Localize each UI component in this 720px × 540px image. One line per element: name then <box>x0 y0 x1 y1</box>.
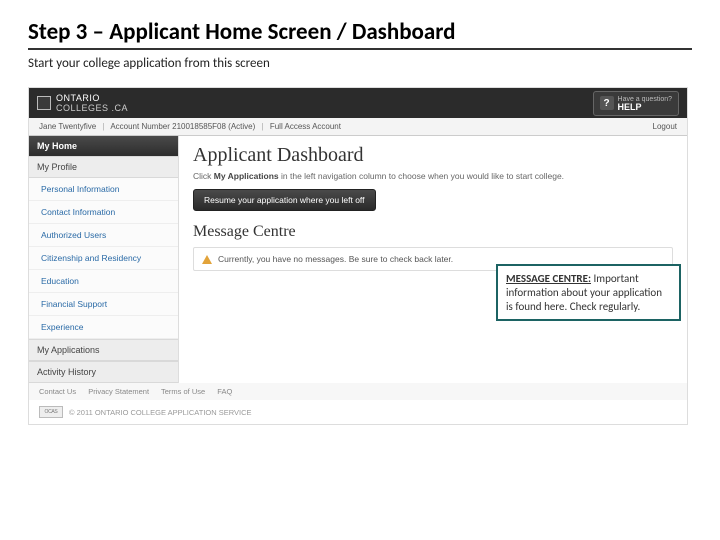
app-window: ONTARIO COLLEGES .CA ? Have a question? … <box>28 87 688 425</box>
slide-subtitle: Start your college application from this… <box>28 56 692 71</box>
sidebar-home-tab[interactable]: My Home <box>29 136 178 156</box>
logout-link[interactable]: Logout <box>653 122 677 131</box>
question-icon: ? <box>600 96 614 110</box>
footer-link-faq[interactable]: FAQ <box>217 387 232 396</box>
sidebar-item-contact[interactable]: Contact Information <box>29 201 178 224</box>
account-name: Jane Twentyfive <box>39 122 96 131</box>
logo-icon <box>37 96 51 110</box>
logo-tld: .CA <box>112 103 129 113</box>
sidebar-item-education[interactable]: Education <box>29 270 178 293</box>
sidebar-section-applications[interactable]: My Applications <box>29 339 178 361</box>
message-centre-callout: MESSAGE CENTRE: Important information ab… <box>496 264 681 321</box>
sidebar-section-activity[interactable]: Activity History <box>29 361 178 383</box>
sidebar: My Home My Profile Personal Information … <box>29 136 179 383</box>
logo-text: ONTARIO COLLEGES .CA <box>56 93 128 113</box>
sidebar-item-citizenship[interactable]: Citizenship and Residency <box>29 247 178 270</box>
instr-suffix: in the left navigation column to choose … <box>279 171 564 181</box>
account-access: Full Access Account <box>270 122 341 131</box>
separator: | <box>102 122 104 131</box>
site-logo[interactable]: ONTARIO COLLEGES .CA <box>37 93 128 113</box>
message-centre-title: Message Centre <box>193 223 673 241</box>
sidebar-item-experience[interactable]: Experience <box>29 316 178 339</box>
warning-icon <box>202 255 212 264</box>
sidebar-section-profile[interactable]: My Profile <box>29 156 178 178</box>
slide-title: Step 3 – Applicant Home Screen / Dashboa… <box>28 18 692 50</box>
copyright-text: © 2011 ONTARIO COLLEGE APPLICATION SERVI… <box>69 408 252 417</box>
dashboard-instruction: Click My Applications in the left naviga… <box>193 171 673 181</box>
dashboard-title: Applicant Dashboard <box>193 144 673 167</box>
footer-links: Contact Us Privacy Statement Terms of Us… <box>29 383 687 400</box>
logo-sub: COLLEGES <box>56 103 109 113</box>
ocas-badge-icon: OCAS <box>39 406 63 418</box>
footer-link-privacy[interactable]: Privacy Statement <box>88 387 149 396</box>
callout-head: MESSAGE CENTRE: <box>506 272 591 285</box>
instr-bold: My Applications <box>214 171 279 181</box>
help-text: HELP <box>618 102 642 112</box>
top-bar: ONTARIO COLLEGES .CA ? Have a question? … <box>29 88 687 118</box>
account-strip: Jane Twentyfive | Account Number 2100185… <box>29 118 687 136</box>
separator: | <box>262 122 264 131</box>
logo-main: ONTARIO <box>56 93 100 103</box>
footer-link-terms[interactable]: Terms of Use <box>161 387 205 396</box>
ocas-footer: OCAS © 2011 ONTARIO COLLEGE APPLICATION … <box>29 400 687 424</box>
help-label-wrap: Have a question? HELP <box>618 95 672 112</box>
instr-prefix: Click <box>193 171 214 181</box>
account-info: Jane Twentyfive | Account Number 2100185… <box>39 122 341 131</box>
app-body: My Home My Profile Personal Information … <box>29 136 687 383</box>
sidebar-item-personal[interactable]: Personal Information <box>29 178 178 201</box>
main-panel: Applicant Dashboard Click My Application… <box>179 136 687 383</box>
help-button[interactable]: ? Have a question? HELP <box>593 91 679 116</box>
resume-application-button[interactable]: Resume your application where you left o… <box>193 189 376 211</box>
sidebar-item-authorized[interactable]: Authorized Users <box>29 224 178 247</box>
sidebar-item-financial[interactable]: Financial Support <box>29 293 178 316</box>
message-centre-text: Currently, you have no messages. Be sure… <box>218 254 453 264</box>
account-number: Account Number 210018585F08 (Active) <box>110 122 255 131</box>
footer-link-contact[interactable]: Contact Us <box>39 387 76 396</box>
